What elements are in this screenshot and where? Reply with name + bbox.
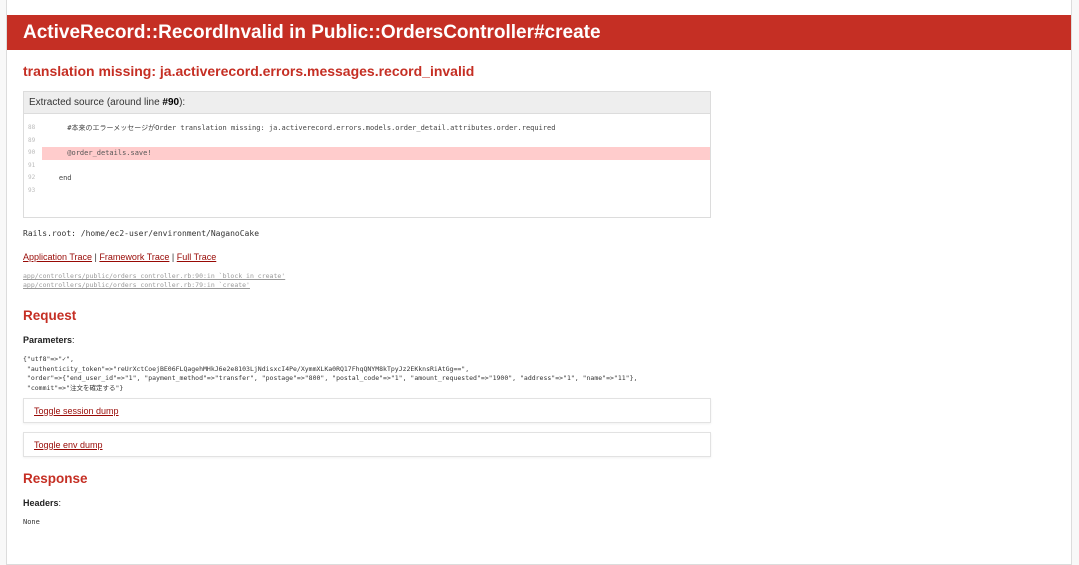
source-line-ref: #90 bbox=[162, 97, 180, 108]
trace-tabs: Application Trace | Framework Trace | Fu… bbox=[23, 252, 217, 262]
parameters-label: Parameters: bbox=[23, 335, 75, 345]
parameters-dump: {"utf8"=>"✓", "authenticity_token"=>"reU… bbox=[23, 355, 638, 392]
session-dump-box: Toggle session dump bbox=[23, 398, 711, 424]
extracted-source: Extracted source (around line #90): 88 8… bbox=[23, 91, 711, 218]
source-code: #本来のエラーメッセージがOrder translation missing: … bbox=[42, 122, 710, 217]
toggle-env-dump-link[interactable]: Toggle env dump bbox=[34, 440, 103, 450]
line-number: 89 bbox=[28, 136, 36, 144]
framework-trace-link[interactable]: Framework Trace bbox=[99, 252, 169, 262]
headers-value: None bbox=[23, 518, 40, 527]
trace-list: app/controllers/public/orders_controller… bbox=[23, 272, 1055, 290]
error-header: ActiveRecord::RecordInvalid in Public::O… bbox=[7, 15, 1071, 50]
code-line-highlighted: @order_details.save! bbox=[42, 147, 710, 160]
error-content: translation missing: ja.activerecord.err… bbox=[7, 63, 1071, 526]
source-info: Extracted source (around line #90): bbox=[24, 92, 710, 114]
application-trace-link[interactable]: Application Trace bbox=[23, 252, 92, 262]
error-message: translation missing: ja.activerecord.err… bbox=[23, 63, 475, 79]
env-dump-box: Toggle env dump bbox=[23, 432, 711, 458]
response-heading: Response bbox=[23, 471, 88, 487]
line-number: 92 bbox=[28, 174, 36, 182]
line-number: 93 bbox=[28, 186, 36, 194]
code-line: #本来のエラーメッセージがOrder translation missing: … bbox=[42, 124, 556, 132]
source-code-block: 88 89 90 91 92 93 #本来のエラーメッセージがOrder tra… bbox=[24, 114, 710, 217]
full-trace-link[interactable]: Full Trace bbox=[177, 252, 217, 262]
rails-root: Rails.root: /home/ec2-user/environment/N… bbox=[23, 229, 260, 238]
page-title: ActiveRecord::RecordInvalid in Public::O… bbox=[23, 21, 601, 43]
line-number: 88 bbox=[28, 124, 36, 131]
headers-label: Headers: bbox=[23, 498, 62, 509]
line-number: 91 bbox=[28, 161, 36, 169]
line-numbers: 88 89 90 91 92 93 bbox=[24, 122, 42, 217]
trace-line[interactable]: app/controllers/public/orders_controller… bbox=[23, 281, 250, 289]
trace-line[interactable]: app/controllers/public/orders_controller… bbox=[23, 272, 285, 280]
toggle-session-dump-link[interactable]: Toggle session dump bbox=[34, 406, 119, 416]
line-number: 90 bbox=[28, 149, 36, 157]
request-heading: Request bbox=[23, 308, 77, 323]
code-line: end bbox=[42, 174, 72, 183]
error-page: ActiveRecord::RecordInvalid in Public::O… bbox=[6, 0, 1072, 565]
